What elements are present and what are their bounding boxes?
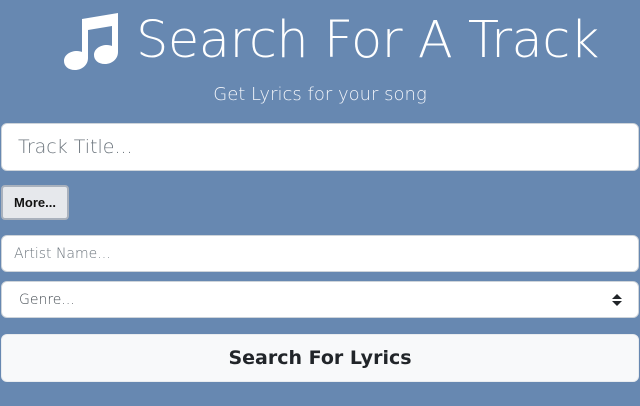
page-title: Search For A Track — [136, 10, 599, 70]
page-header: Search For A Track Get Lyrics for your s… — [0, 0, 640, 112]
search-for-lyrics-button[interactable]: Search For Lyrics — [1, 334, 639, 382]
genre-selected-value: Genre... — [19, 291, 75, 308]
more-button[interactable]: More... — [1, 185, 69, 220]
select-arrows-icon — [612, 293, 622, 306]
artist-name-input[interactable]: Artist Name... — [1, 235, 639, 272]
genre-select[interactable]: Genre... — [1, 281, 639, 318]
music-note-icon — [64, 10, 124, 70]
title-row: Search For A Track — [64, 8, 599, 72]
track-title-input[interactable]: Track Title... — [1, 123, 639, 171]
page-subtitle: Get Lyrics for your song — [213, 84, 427, 105]
